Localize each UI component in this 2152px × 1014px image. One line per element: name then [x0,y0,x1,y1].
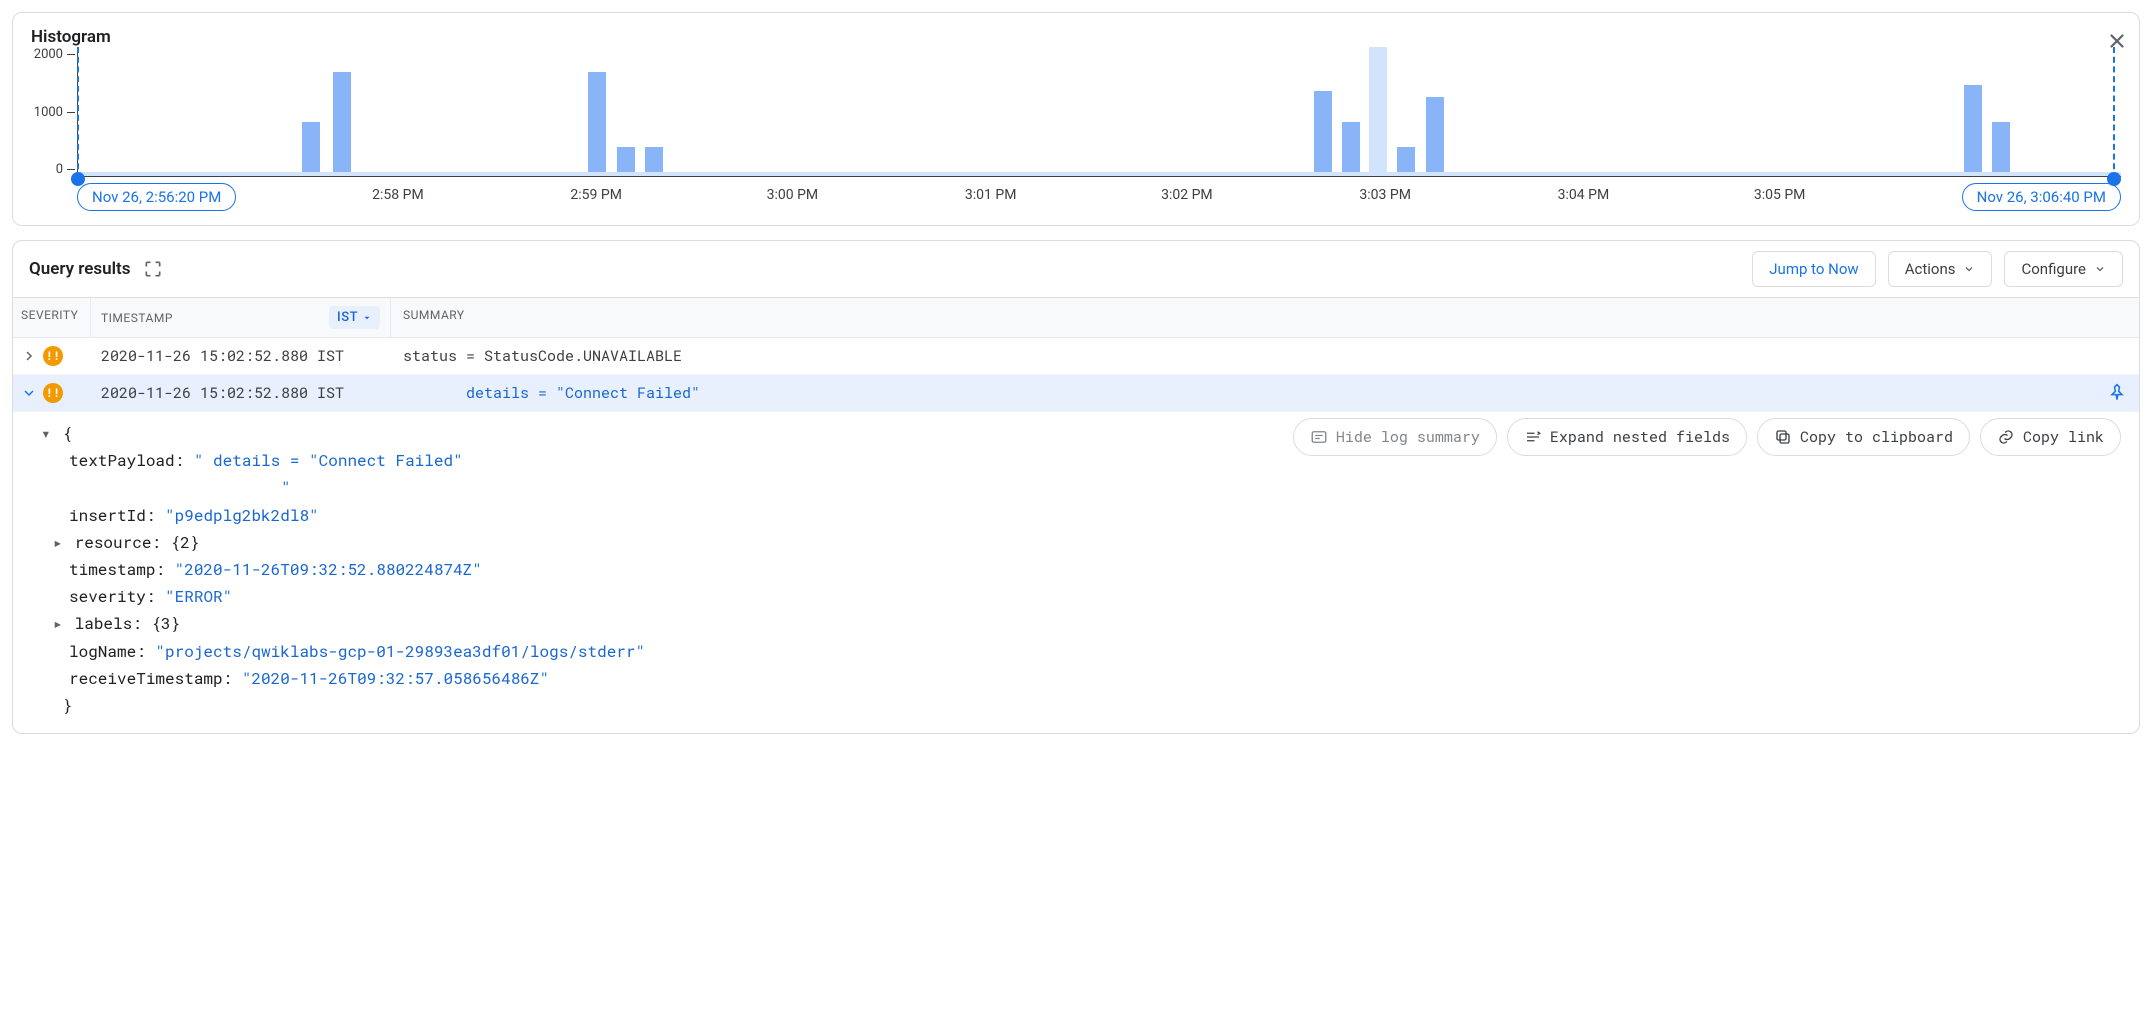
y-tick-label: 1000 [34,105,63,120]
json-value[interactable]: "2020-11-26T09:32:52.880224874Z" [175,559,482,580]
json-close-brace: } [63,695,73,716]
log-timestamp: 2020-11-26 15:02:52.880 IST [91,342,391,370]
query-results-panel: Query results Jump to Now Actions Config… [12,240,2140,734]
link-icon [1997,428,2015,446]
json-value: " [281,477,291,498]
jump-to-now-button[interactable]: Jump to Now [1752,251,1875,287]
json-open-brace: { [63,423,73,444]
x-tick-label: 3:00 PM [767,187,819,203]
timezone-label: IST [337,310,358,325]
plot-area[interactable] [77,47,2121,177]
histogram-bar[interactable] [588,72,606,172]
link-label: Copy link [2023,427,2104,447]
chevron-down-icon [1963,263,1975,275]
histogram-chart[interactable]: 2000 1000 0 [31,47,2121,177]
histogram-bar[interactable] [1397,147,1415,172]
histogram-bar[interactable] [1426,97,1444,172]
configure-button[interactable]: Configure [2004,251,2123,287]
json-value[interactable]: {3} [151,613,180,634]
histogram-title: Histogram [31,27,2121,47]
timezone-chip[interactable]: IST [329,306,380,329]
json-key[interactable]: resource: [75,532,161,553]
range-start-handle[interactable] [71,172,85,186]
log-expanded-body: Hide log summary Expand nested fields Co… [13,412,2139,733]
expand-icon [1524,428,1542,446]
x-tick-label: 2:58 PM [372,187,424,203]
x-tick-label: 3:04 PM [1558,187,1610,203]
chevron-right-icon[interactable] [21,348,37,364]
severity-badge-error: !! [43,346,63,366]
y-tick-label: 2000 [34,47,63,62]
range-end-handle[interactable] [2107,172,2121,186]
actions-button[interactable]: Actions [1888,251,1993,287]
histogram-bar[interactable] [1992,122,2010,172]
expand-label: Expand nested fields [1550,427,1730,447]
histogram-bar[interactable] [333,72,351,172]
json-value[interactable]: {2} [171,532,200,553]
range-start-chip[interactable]: Nov 26, 2:56:20 PM [77,183,236,211]
json-value[interactable]: "projects/qwiklabs-gcp-01-29893ea3df01/l… [155,641,645,662]
results-title: Query results [29,259,131,279]
expanded-actions: Hide log summary Expand nested fields Co… [1293,418,2121,456]
histogram-panel: Histogram 2000 1000 0 Nov 26, 2:56:20 PM… [12,12,2140,226]
json-key[interactable]: timestamp: [69,559,165,580]
json-key[interactable]: labels: [75,613,142,634]
hide-log-summary-button[interactable]: Hide log summary [1293,418,1497,456]
range-end-chip[interactable]: Nov 26, 3:06:40 PM [1962,183,2121,211]
log-timestamp: 2020-11-26 15:02:52.880 IST [91,379,391,407]
json-key[interactable]: insertId: [69,505,155,526]
col-timestamp[interactable]: TIMESTAMP IST [91,298,391,337]
chevron-down-icon[interactable] [21,385,37,401]
caret-down-icon[interactable]: ▾ [41,420,53,447]
hide-label: Hide log summary [1336,427,1480,447]
severity-badge-error: !! [43,383,63,403]
results-header: Query results Jump to Now Actions Config… [13,241,2139,298]
expand-nested-button[interactable]: Expand nested fields [1507,418,1747,456]
json-key[interactable]: logName: [69,641,146,662]
histogram-bar[interactable] [1369,47,1387,172]
x-tick-label: 3:02 PM [1161,187,1213,203]
log-row[interactable]: !! 2020-11-26 15:02:52.880 IST details =… [13,375,2139,412]
log-summary: status = StatusCode.UNAVAILABLE [391,342,2139,370]
caret-down-icon [362,313,372,323]
copy-clipboard-button[interactable]: Copy to clipboard [1757,418,1970,456]
json-value[interactable]: " details = "Connect Failed" [194,450,463,471]
x-tick-label: 3:03 PM [1359,187,1411,203]
caret-right-icon[interactable]: ▸ [53,529,65,556]
json-value[interactable]: "ERROR" [165,586,232,607]
x-tick-label: 2:59 PM [570,187,622,203]
col-severity[interactable]: SEVERITY [13,298,91,337]
json-value[interactable]: "2020-11-26T09:32:57.058656486Z" [242,668,549,689]
copy-icon [1774,428,1792,446]
x-axis: Nov 26, 2:56:20 PM Nov 26, 3:06:40 PM 2:… [77,177,2121,217]
log-row[interactable]: !! 2020-11-26 15:02:52.880 IST status = … [13,338,2139,375]
json-value[interactable]: "p9edplg2bk2dl8" [165,505,319,526]
caret-right-icon[interactable]: ▸ [53,610,65,637]
log-summary: details = "Connect Failed" [391,379,2107,407]
fullscreen-icon[interactable] [143,259,163,279]
configure-label: Configure [2021,260,2086,278]
col-timestamp-label: TIMESTAMP [101,311,173,325]
chevron-down-icon [2094,263,2106,275]
json-key[interactable]: receiveTimestamp: [69,668,232,689]
copy-label: Copy to clipboard [1800,427,1953,447]
histogram-bar[interactable] [1964,85,1982,173]
col-summary[interactable]: SUMMARY [391,298,2139,337]
summary-icon [1310,428,1328,446]
histogram-bar[interactable] [645,147,663,172]
actions-label: Actions [1905,260,1956,278]
json-key[interactable]: textPayload: [69,450,184,471]
histogram-bar[interactable] [1342,122,1360,172]
histogram-bar[interactable] [1314,91,1332,172]
json-key[interactable]: severity: [69,586,155,607]
pin-icon[interactable] [2107,383,2127,403]
x-tick-label: 3:01 PM [965,187,1017,203]
column-headers: SEVERITY TIMESTAMP IST SUMMARY [13,298,2139,338]
histogram-bar[interactable] [617,147,635,172]
y-tick-label: 0 [56,162,63,177]
copy-link-button[interactable]: Copy link [1980,418,2121,456]
x-tick-label: 3:05 PM [1754,187,1806,203]
y-axis: 2000 1000 0 [31,47,77,177]
histogram-bar[interactable] [302,122,320,172]
